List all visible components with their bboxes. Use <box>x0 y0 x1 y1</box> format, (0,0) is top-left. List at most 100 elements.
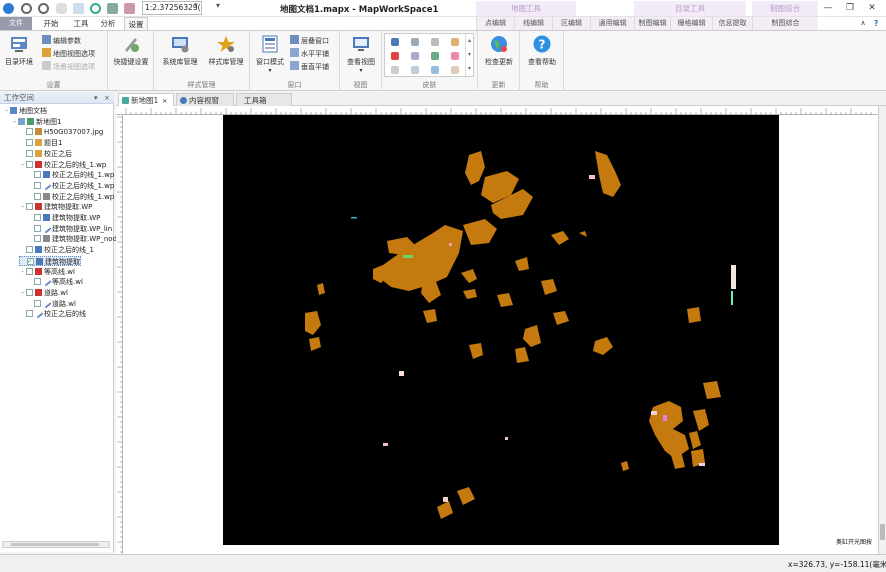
skin-swatch[interactable] <box>391 38 399 46</box>
scroll-thumb[interactable] <box>880 524 885 540</box>
skin-gallery[interactable]: ▴ ▾ ▾ <box>384 33 474 77</box>
tree-node[interactable]: 校正之后 <box>19 149 72 159</box>
zoom-in-icon[interactable] <box>21 3 32 14</box>
context-tab-map-tools[interactable]: 地图工具 <box>476 1 576 16</box>
expand-toggle-icon[interactable]: - <box>19 288 26 298</box>
tab-info-extraction[interactable]: 信息提取 <box>712 17 752 30</box>
panel-close-icon[interactable]: × <box>104 92 110 104</box>
tree-node[interactable]: - 地图文档 <box>3 106 47 116</box>
layer-visibility-checkbox[interactable] <box>34 171 41 179</box>
tab-start[interactable]: 开始 <box>40 17 62 30</box>
refresh-icon[interactable] <box>90 3 101 14</box>
tab-toolbox[interactable]: 工具箱 <box>236 93 292 106</box>
tree-node[interactable]: 校正之后的线_1 <box>19 245 94 255</box>
close-button[interactable]: ✕ <box>862 2 882 15</box>
expand-toggle-icon[interactable]: - <box>11 117 18 127</box>
tab-content-view[interactable]: 内容视窗 <box>176 93 234 106</box>
pan-hand-icon[interactable] <box>56 3 67 14</box>
tile-horizontal-button[interactable]: 水平平铺 <box>290 48 329 59</box>
minimize-button[interactable]: — <box>818 2 838 15</box>
layer-visibility-checkbox[interactable] <box>26 160 33 168</box>
panel-dropdown-icon[interactable]: ▾ <box>94 92 98 104</box>
tree-node[interactable]: 建筑物提取 <box>19 255 81 266</box>
tab-cartographic-edit[interactable]: 制图编辑 <box>634 17 670 30</box>
layer-visibility-checkbox[interactable] <box>26 128 33 136</box>
gallery-scroll[interactable]: ▴ ▾ ▾ <box>465 34 473 76</box>
window-mode-button[interactable]: 窗口模式 ▾ <box>252 34 288 74</box>
scene-view-options-button[interactable]: 场景视图选项 <box>42 61 95 72</box>
expand-toggle-icon[interactable]: - <box>19 267 26 277</box>
skin-swatch[interactable] <box>431 52 439 60</box>
tree-node[interactable]: - 等高线.wl <box>19 267 75 277</box>
layer-visibility-checkbox[interactable] <box>34 181 41 189</box>
cascade-window-button[interactable]: 层叠窗口 <box>290 35 329 46</box>
tree-node[interactable]: 建筑物提取.WP_lin <box>27 223 112 234</box>
tree-node[interactable]: 等高线.wl <box>27 276 83 287</box>
tab-area-edit[interactable]: 区编辑 <box>552 17 590 30</box>
tile-vertical-button[interactable]: 垂直平铺 <box>290 61 329 72</box>
layer-visibility-checkbox[interactable] <box>34 278 41 286</box>
restore-button[interactable]: ❐ <box>840 2 860 15</box>
catalog-env-button[interactable]: 目录环境 <box>2 34 36 67</box>
context-tab-generalization[interactable]: 制图综合 <box>752 1 818 16</box>
tree-node[interactable]: 校正之后的线_1.wp <box>27 180 114 191</box>
zoom-out-icon[interactable] <box>38 3 49 14</box>
layer-visibility-checkbox[interactable] <box>26 246 33 254</box>
shortcut-settings-button[interactable]: 快捷键设置 <box>111 34 151 67</box>
view-help-button[interactable]: ? 查看帮助 <box>523 34 561 67</box>
tree-node[interactable]: - 新地图1 <box>11 117 61 127</box>
skin-swatch[interactable] <box>411 52 419 60</box>
tree-node[interactable]: 建筑物提取.WP <box>27 213 100 223</box>
layer-visibility-checkbox[interactable] <box>27 256 34 266</box>
map-view-options-button[interactable]: 地图视图选项 <box>42 48 95 59</box>
tab-raster-edit[interactable]: 栅格编辑 <box>670 17 712 30</box>
tree-node[interactable]: 建筑物提取.WP_nod <box>27 234 117 244</box>
skin-swatch[interactable] <box>411 66 419 74</box>
layer-visibility-checkbox[interactable] <box>26 149 33 157</box>
context-tab-catalog-tools[interactable]: 目录工具 <box>634 1 746 16</box>
tree-node[interactable]: - 建筑物提取.WP <box>19 202 92 212</box>
help-icon[interactable]: ? <box>870 17 882 30</box>
tab-point-edit[interactable]: 点编辑 <box>476 17 514 30</box>
skin-swatch[interactable] <box>411 38 419 46</box>
layer-visibility-checkbox[interactable] <box>34 214 41 221</box>
check-update-button[interactable]: 检查更新 <box>481 34 517 67</box>
tree-node[interactable]: - 校正之后的线_1.wp <box>19 160 106 170</box>
layer-visibility-checkbox[interactable] <box>34 235 41 243</box>
globe-icon[interactable] <box>3 3 14 14</box>
tab-settings[interactable]: 设置 <box>124 17 148 30</box>
view-button[interactable]: 查看视图 ▾ <box>343 34 379 74</box>
layer-visibility-checkbox[interactable] <box>26 203 33 211</box>
tab-new-map-1[interactable]: 新地图1 ✕ <box>118 93 174 106</box>
panel-horizontal-scrollbar[interactable] <box>2 541 110 548</box>
layer-visibility-checkbox[interactable] <box>26 310 33 318</box>
skin-swatch[interactable] <box>451 66 459 74</box>
tab-close-icon[interactable]: ✕ <box>162 98 167 105</box>
customize-quick-access-icon[interactable]: ▾ <box>216 1 220 10</box>
system-lib-button[interactable]: 系统库管理 <box>158 34 202 67</box>
tree-node[interactable]: 道路.wl <box>27 298 76 309</box>
expand-toggle-icon[interactable]: - <box>19 160 26 170</box>
tab-general-edit[interactable]: 通用编辑 <box>590 17 634 30</box>
map-vertical-scrollbar[interactable] <box>878 106 886 554</box>
full-extent-icon[interactable] <box>73 3 84 14</box>
scale-input[interactable]: 1:2.37256329( <box>142 1 202 15</box>
layers-icon[interactable] <box>107 3 118 14</box>
tab-tools[interactable]: 工具 <box>70 17 92 30</box>
layer-visibility-checkbox[interactable] <box>26 139 33 147</box>
skin-swatch[interactable] <box>431 38 439 46</box>
tab-map-generalization[interactable]: 制图综合 <box>752 17 818 30</box>
map-view-area[interactable]: 奥缸开光图按 <box>116 106 886 554</box>
tree-node[interactable]: 校正之后的线_1.wp <box>27 170 114 180</box>
chevron-down-icon[interactable]: ▾ <box>194 1 198 9</box>
tree-node[interactable]: 校正之后的线 <box>19 308 86 319</box>
map-canvas[interactable] <box>223 115 779 545</box>
style-lib-button[interactable]: 样式库管理 <box>204 34 248 67</box>
skin-swatch[interactable] <box>451 52 459 60</box>
layer-visibility-checkbox[interactable] <box>18 117 25 125</box>
expand-toggle-icon[interactable]: - <box>3 106 10 116</box>
layer-visibility-checkbox[interactable] <box>26 267 33 275</box>
skin-swatch[interactable] <box>431 66 439 74</box>
skin-swatch[interactable] <box>451 38 459 46</box>
skin-swatch[interactable] <box>391 52 399 60</box>
